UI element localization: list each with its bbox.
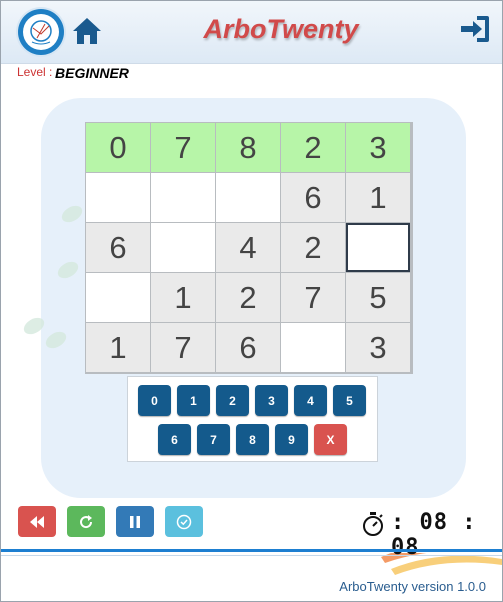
digit-key[interactable]: 6 bbox=[158, 424, 191, 455]
digit-key[interactable]: 2 bbox=[216, 385, 249, 416]
grid-cell[interactable]: 4 bbox=[216, 223, 280, 272]
grid-cell[interactable] bbox=[151, 223, 215, 272]
digit-key[interactable]: 5 bbox=[333, 385, 366, 416]
grid-cell[interactable] bbox=[281, 323, 345, 372]
grid-cell[interactable]: 1 bbox=[346, 173, 410, 222]
digit-key[interactable]: 0 bbox=[138, 385, 171, 416]
app-window: ArboTwenty Level : BEGINNER 078236164212… bbox=[0, 0, 503, 602]
rewind-button[interactable] bbox=[18, 506, 56, 537]
pause-button[interactable] bbox=[116, 506, 154, 537]
app-title: ArboTwenty bbox=[203, 14, 359, 44]
grid-cell[interactable]: 2 bbox=[281, 223, 345, 272]
digit-key[interactable]: 9 bbox=[275, 424, 308, 455]
version-label: ArboTwenty version 1.0.0 bbox=[339, 579, 486, 594]
grid-cell[interactable]: 3 bbox=[346, 323, 410, 372]
puzzle-grid: 078236164212751763 bbox=[85, 122, 413, 374]
clear-key[interactable]: X bbox=[314, 424, 347, 455]
grid-cell[interactable]: 2 bbox=[216, 273, 280, 322]
grid-cell[interactable]: 7 bbox=[281, 273, 345, 322]
grid-cell[interactable]: 6 bbox=[281, 173, 345, 222]
grid-cell[interactable]: 1 bbox=[86, 323, 150, 372]
grid-cell[interactable]: 1 bbox=[151, 273, 215, 322]
digit-key[interactable]: 4 bbox=[294, 385, 327, 416]
grid-cell: 2 bbox=[281, 123, 345, 172]
restart-icon bbox=[80, 514, 93, 528]
header-bar: ArboTwenty bbox=[1, 1, 502, 64]
digit-key[interactable]: 1 bbox=[177, 385, 210, 416]
digit-key[interactable]: 7 bbox=[197, 424, 230, 455]
level-label: Level : bbox=[17, 65, 53, 79]
grid-cell[interactable] bbox=[86, 173, 150, 222]
grid-cell: 8 bbox=[216, 123, 280, 172]
digit-key[interactable]: 3 bbox=[255, 385, 288, 416]
rewind-icon bbox=[30, 515, 44, 528]
grid-cell[interactable] bbox=[216, 173, 280, 222]
grid-cell: 7 bbox=[151, 123, 215, 172]
grid-cell: 3 bbox=[346, 123, 410, 172]
grid-cell[interactable] bbox=[346, 223, 410, 272]
check-button[interactable] bbox=[165, 506, 203, 537]
pause-icon bbox=[130, 515, 140, 528]
timer-value: : 08 : 08 bbox=[391, 510, 477, 560]
grid-cell[interactable]: 5 bbox=[346, 273, 410, 322]
digit-key[interactable]: 8 bbox=[236, 424, 269, 455]
grid-cell[interactable]: 7 bbox=[151, 323, 215, 372]
footer-divider bbox=[1, 549, 502, 552]
stopwatch-icon bbox=[361, 511, 385, 537]
grid-cell[interactable]: 6 bbox=[216, 323, 280, 372]
level-value: BEGINNER bbox=[55, 65, 129, 81]
check-circle-icon bbox=[176, 514, 192, 529]
number-keypad: 012345 6789X bbox=[127, 376, 378, 462]
grid-cell: 0 bbox=[86, 123, 150, 172]
grid-cell[interactable] bbox=[86, 273, 150, 322]
logout-icon[interactable] bbox=[457, 13, 491, 45]
restart-button[interactable] bbox=[67, 506, 105, 537]
grid-cell[interactable] bbox=[151, 173, 215, 222]
grid-cell[interactable]: 6 bbox=[86, 223, 150, 272]
